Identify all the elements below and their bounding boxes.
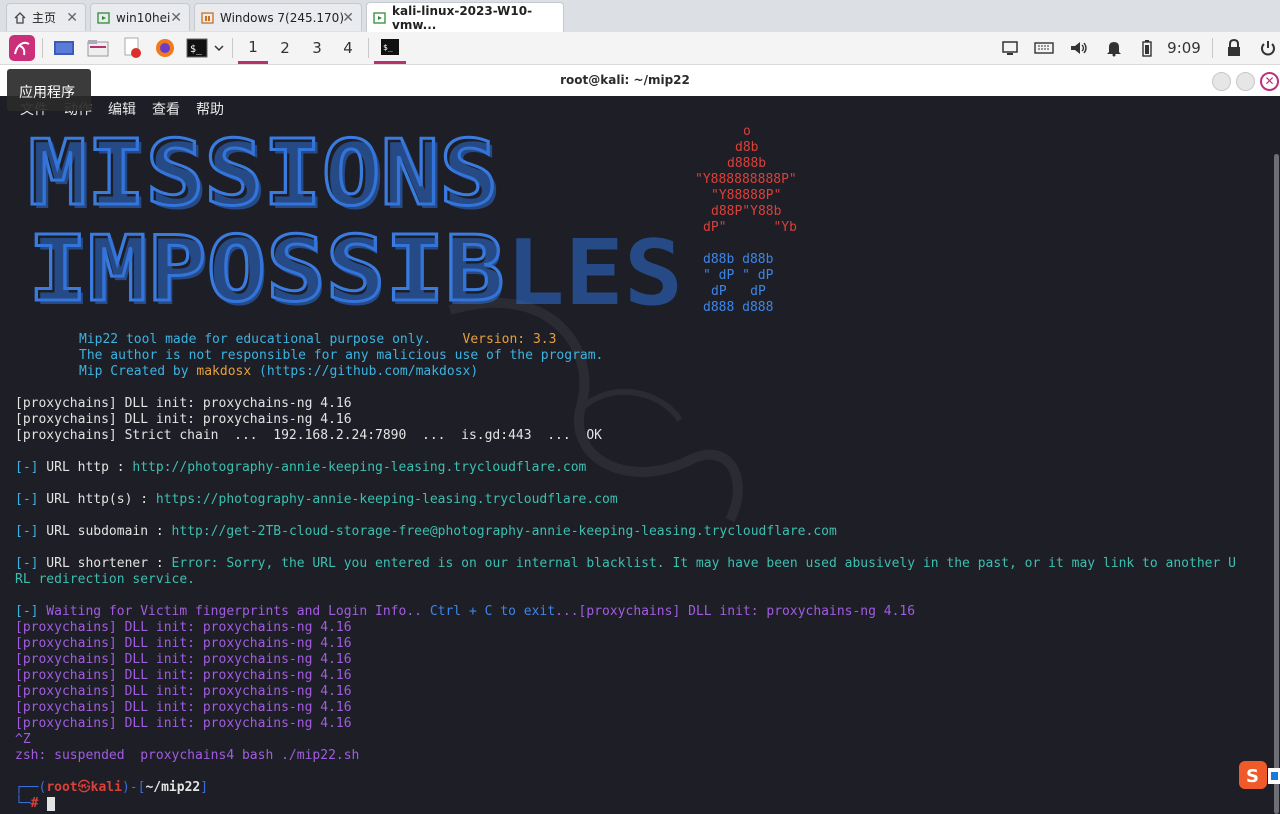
tab-label: win10hei bbox=[116, 10, 171, 25]
url-http-line: [-] URL http : http://photography-annie-… bbox=[15, 460, 587, 475]
suspended-line: zsh: suspended proxychains4 bash ./mip22… bbox=[15, 748, 360, 763]
tab-label: Windows 7(245.170) bbox=[220, 10, 345, 25]
art-red-2: d888b bbox=[727, 156, 767, 171]
art-red-0: o bbox=[743, 124, 751, 139]
terminal-menubar: 文件 动作 编辑 查看 帮助 bbox=[0, 96, 1280, 120]
scrollbar[interactable] bbox=[1272, 120, 1280, 814]
ascii-banner-fill: MISSIONS IMPOSSIBLES bbox=[32, 125, 683, 312]
kali-logo-icon bbox=[9, 35, 35, 61]
proxy-repeat-line: [proxychains] DLL init: proxychains-ng 4… bbox=[15, 652, 352, 667]
workspace-3[interactable]: 3 bbox=[302, 32, 332, 64]
art-red-5: d88P"Y88b bbox=[711, 204, 782, 219]
maximize-button[interactable] bbox=[1236, 72, 1255, 91]
proxy-repeat-line: [proxychains] DLL init: proxychains-ng 4… bbox=[15, 636, 352, 651]
menu-view[interactable]: 查看 bbox=[152, 99, 180, 119]
terminal-cursor bbox=[47, 797, 55, 811]
close-icon[interactable]: ✕ bbox=[66, 10, 78, 26]
proxy-line: [proxychains] DLL init: proxychains-ng 4… bbox=[15, 412, 352, 427]
art-red-4: "Y88888P" bbox=[711, 188, 782, 203]
keyboard-icon[interactable] bbox=[1032, 32, 1056, 64]
tab-kali[interactable]: kali-linux-2023-W10-vmw... bbox=[366, 2, 564, 32]
close-icon[interactable]: ✕ bbox=[170, 10, 182, 26]
url-shortener-line: [-] URL shortener : Error: Sorry, the UR… bbox=[15, 556, 1236, 571]
desktop-icon[interactable] bbox=[50, 32, 78, 64]
waiting-line: [-] Waiting for Victim fingerprints and … bbox=[15, 604, 916, 619]
info-line-2: The author is not responsible for any ma… bbox=[79, 348, 604, 363]
menu-help[interactable]: 帮助 bbox=[196, 99, 224, 119]
clock[interactable]: 9:09 bbox=[1160, 32, 1208, 64]
tab-win10hei[interactable]: win10hei ✕ bbox=[90, 3, 190, 31]
workspace-1[interactable]: 1 bbox=[238, 32, 268, 64]
lock-icon[interactable] bbox=[1222, 32, 1246, 64]
banner-fill-1: MISSIONS bbox=[32, 125, 502, 230]
browser-tab-strip: 主页 ✕ win10hei ✕ Windows 7(245.170) ✕ kal… bbox=[0, 0, 1280, 33]
workspace-2[interactable]: 2 bbox=[270, 32, 300, 64]
vm-icon bbox=[201, 11, 215, 25]
svg-text:$_: $_ bbox=[383, 43, 393, 52]
input-method-icon[interactable]: S bbox=[1238, 760, 1280, 790]
close-icon[interactable]: ✕ bbox=[342, 10, 354, 26]
ctrlz-line: ^Z bbox=[15, 732, 31, 747]
art-blue-0: d88b d88b bbox=[703, 252, 774, 267]
proxy-repeat-line: [proxychains] DLL init: proxychains-ng 4… bbox=[15, 700, 352, 715]
art-red-6: dP" "Yb bbox=[703, 220, 797, 235]
minimize-button[interactable] bbox=[1212, 72, 1231, 91]
tab-windows7[interactable]: Windows 7(245.170) ✕ bbox=[194, 3, 362, 31]
display-icon[interactable] bbox=[998, 32, 1022, 64]
url-https-line: [-] URL http(s) : https://photography-an… bbox=[15, 492, 618, 507]
notification-bell-icon[interactable] bbox=[1102, 32, 1126, 64]
prompt-line-2: └─# bbox=[15, 796, 39, 811]
proxy-line: [proxychains] DLL init: proxychains-ng 4… bbox=[15, 396, 352, 411]
art-blue-3: d888 d888 bbox=[703, 300, 774, 315]
vm-icon bbox=[97, 11, 111, 25]
text-editor-icon[interactable] bbox=[118, 32, 146, 64]
info-line-3: Mip Created by makdosx (https://github.c… bbox=[79, 364, 479, 379]
taskbar-terminal-icon[interactable]: $_ bbox=[374, 32, 406, 64]
scrollbar-thumb[interactable] bbox=[1274, 154, 1279, 814]
window-title: root@kali: ~/mip22 bbox=[560, 73, 690, 87]
home-icon bbox=[13, 11, 27, 25]
menu-edit[interactable]: 编辑 bbox=[108, 99, 136, 119]
kali-menu-button[interactable] bbox=[6, 32, 38, 64]
proxy-repeat-line: [proxychains] DLL init: proxychains-ng 4… bbox=[15, 684, 352, 699]
top-panel: $_ 1 2 3 4 $_ 9:09 bbox=[0, 32, 1280, 65]
vm-icon bbox=[373, 11, 387, 25]
banner-fill-2: IMPOSSIBLES bbox=[32, 221, 683, 312]
battery-icon bbox=[1138, 32, 1156, 64]
proxy-line: [proxychains] Strict chain ... 192.168.2… bbox=[15, 428, 602, 443]
svg-text:S: S bbox=[1246, 766, 1259, 787]
power-icon[interactable] bbox=[1256, 32, 1280, 64]
art-red-3: "Y888888888P" bbox=[695, 172, 797, 187]
info-line-1: Mip22 tool made for educational purpose … bbox=[79, 332, 557, 347]
kali-dragon-watermark bbox=[448, 297, 743, 523]
url-shortener-line-2: RL redirection service. bbox=[15, 572, 196, 587]
terminal-launcher-icon[interactable]: $_ bbox=[183, 32, 227, 64]
art-blue-1: " dP " dP bbox=[703, 268, 774, 283]
applications-tooltip: 应用程序 bbox=[7, 69, 91, 111]
workspace-4[interactable]: 4 bbox=[333, 32, 363, 64]
close-button[interactable]: ✕ bbox=[1260, 72, 1279, 91]
proxy-repeat-line: [proxychains] DLL init: proxychains-ng 4… bbox=[15, 668, 352, 683]
prompt-line-1: ┌──(root㉿kali)-[~/mip22] bbox=[15, 780, 209, 795]
proxy-repeat-line: [proxychains] DLL init: proxychains-ng 4… bbox=[15, 716, 352, 731]
url-subdomain-line: [-] URL subdomain : http://get-2TB-cloud… bbox=[15, 524, 837, 539]
window-titlebar[interactable]: root@kali: ~/mip22 ✕ bbox=[0, 65, 1280, 97]
file-manager-icon[interactable] bbox=[84, 32, 112, 64]
tab-label: kali-linux-2023-W10-vmw... bbox=[392, 3, 533, 32]
art-red-1: d8b bbox=[735, 140, 759, 155]
art-blue-2: dP dP bbox=[711, 284, 766, 299]
volume-icon[interactable] bbox=[1067, 32, 1091, 64]
svg-text:$_: $_ bbox=[190, 44, 203, 55]
tab-label: 主页 bbox=[32, 11, 57, 25]
proxy-repeat-line: [proxychains] DLL init: proxychains-ng 4… bbox=[15, 620, 352, 635]
tab-home[interactable]: 主页 ✕ bbox=[6, 3, 86, 31]
firefox-icon[interactable] bbox=[151, 32, 179, 64]
